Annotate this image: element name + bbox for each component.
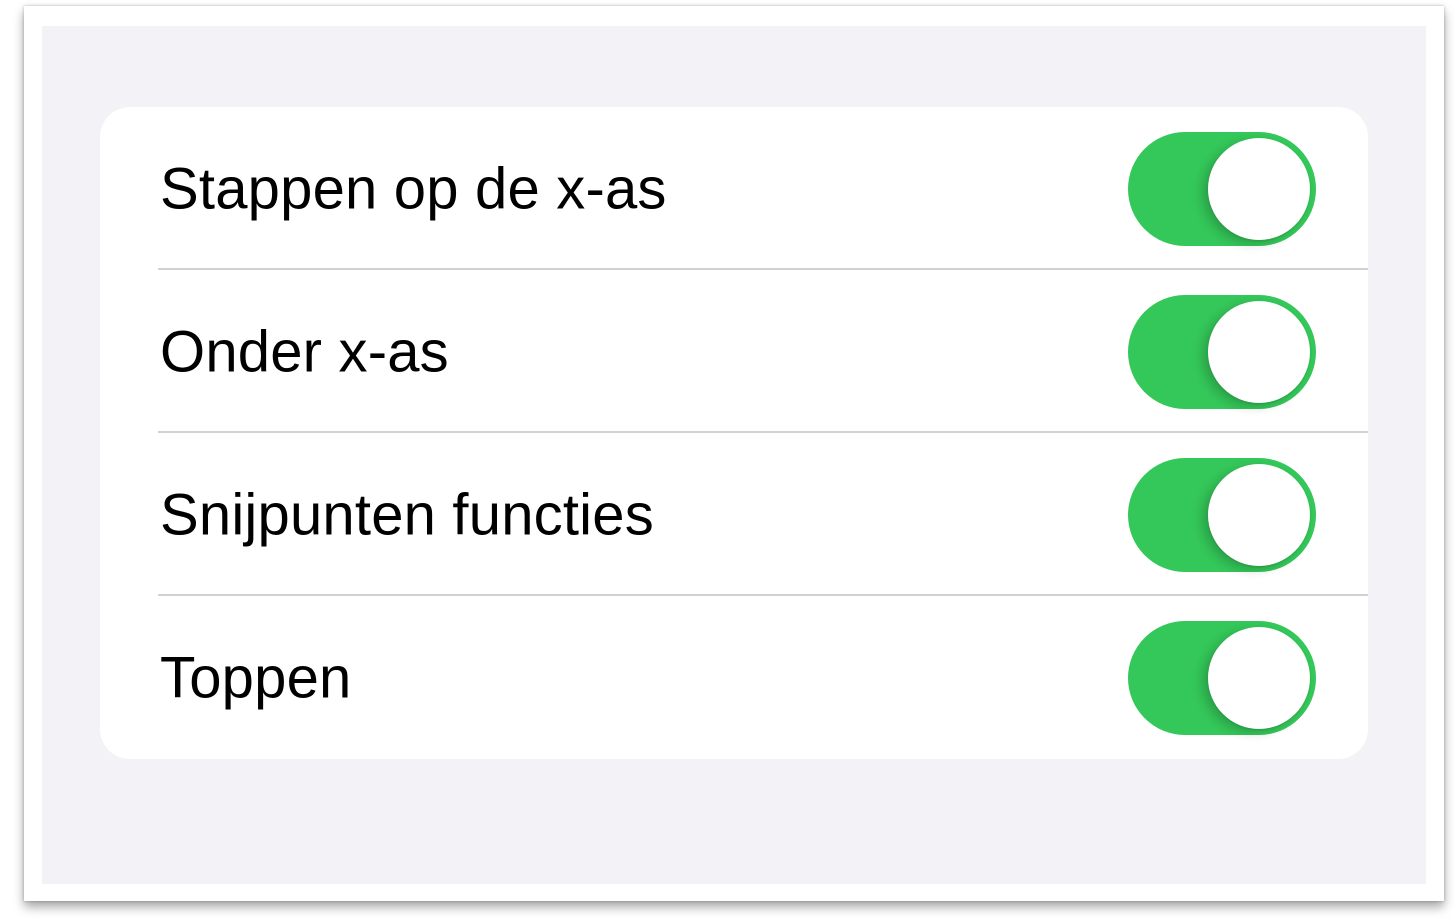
setting-label: Toppen [160,645,352,710]
settings-group: Stappen op de x-as Onder x-as Snijpunten… [100,107,1368,759]
screenshot-frame: Stappen op de x-as Onder x-as Snijpunten… [24,6,1444,901]
toggle-knob [1208,137,1310,240]
setting-row-onder-x-as[interactable]: Onder x-as [100,270,1368,433]
setting-row-snijpunten-functies[interactable]: Snijpunten functies [100,433,1368,596]
setting-row-toppen[interactable]: Toppen [100,596,1368,759]
toggle-knob [1208,626,1310,729]
setting-label: Stappen op de x-as [160,156,667,221]
stappen-op-de-x-as-toggle[interactable] [1128,131,1316,246]
snijpunten-functies-toggle[interactable] [1128,457,1316,572]
setting-label: Snijpunten functies [160,482,654,547]
setting-label: Onder x-as [160,319,449,384]
onder-x-as-toggle[interactable] [1128,294,1316,409]
toggle-knob [1208,300,1310,403]
toggle-knob [1208,463,1310,566]
settings-screen: Stappen op de x-as Onder x-as Snijpunten… [42,26,1426,884]
setting-row-stappen-op-de-x-as[interactable]: Stappen op de x-as [100,107,1368,270]
toppen-toggle[interactable] [1128,620,1316,735]
